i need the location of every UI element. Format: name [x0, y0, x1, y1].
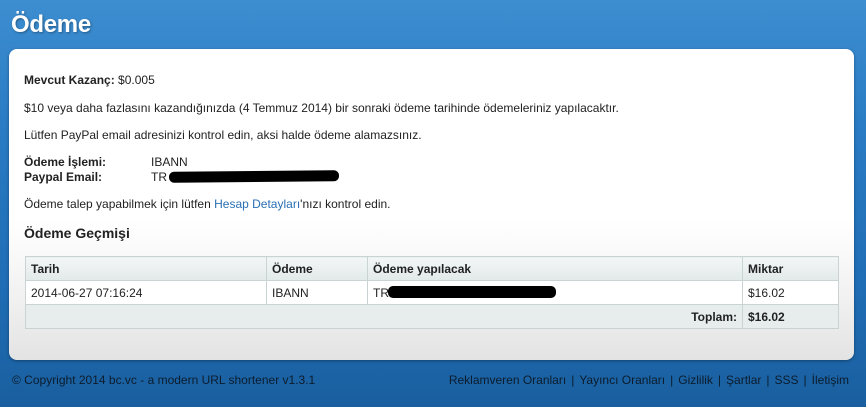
payment-method-label: Ödeme İşlemi: [24, 155, 107, 169]
account-notice-after: 'nızı kontrol edin. [300, 197, 391, 211]
payment-history-title: Ödeme Geçmişi [24, 225, 130, 241]
account-details-notice: Ödeme talep yapabilmek için lütfen Hesap… [24, 197, 391, 211]
footer-separator: | [717, 373, 722, 387]
redaction-mark [168, 170, 340, 183]
footer-separator: | [670, 373, 674, 387]
account-details-link[interactable]: Hesap Detayları [214, 197, 300, 211]
cell-date: 2014-06-27 07:16:24 [25, 280, 267, 305]
column-header-date: Tarih [25, 256, 267, 281]
payment-date-notice: $10 veya daha fazlasını kazandığınızda (… [24, 101, 619, 115]
paypal-check-notice: Lütfen PayPal email adresinizi kontrol e… [24, 128, 422, 142]
footer-link-faq[interactable]: SSS [775, 373, 799, 387]
footer-link-advertiser-rates[interactable]: Reklamveren Oranları [449, 373, 566, 387]
account-notice-before: Ödeme talep yapabilmek için lütfen [24, 197, 215, 211]
paypal-email-label: Paypal Email: [24, 170, 103, 184]
footer-links: Reklamveren Oranları | Yayıncı Oranları | Gi… [449, 373, 849, 387]
redaction-mark [388, 286, 556, 298]
footer-link-terms[interactable]: Şartlar [726, 373, 761, 387]
column-header-method: Ödeme [266, 256, 368, 281]
payment-panel: Mevcut Kazanç: $0.005 $10 veya daha fazl… [9, 49, 854, 360]
earnings-value: $0.005 [118, 73, 155, 87]
recipient-prefix: TR [373, 285, 389, 300]
total-value: $16.02 [742, 304, 839, 329]
cell-amount: $16.02 [742, 280, 839, 305]
page-title: Ödeme [11, 11, 91, 38]
current-earnings: Mevcut Kazanç: $0.005 [24, 73, 155, 87]
footer-copyright: © Copyright 2014 bc.vc - a modern URL sh… [12, 373, 316, 387]
cell-method: IBANN [266, 280, 368, 305]
footer-link-privacy[interactable]: Gizlilik [678, 373, 713, 387]
column-header-amount: Miktar [742, 256, 839, 281]
paypal-email-value: TR [151, 170, 167, 184]
table-header-row: Tarih Ödeme Ödeme yapılacak Miktar [25, 256, 839, 281]
table-total-row: Toplam: $16.02 [25, 304, 839, 329]
earnings-label: Mevcut Kazanç: [24, 73, 115, 87]
payment-method-value: IBANN [151, 155, 188, 169]
footer-link-contact[interactable]: İletişim [812, 373, 849, 387]
footer-separator: | [571, 373, 575, 387]
footer-link-publisher-rates[interactable]: Yayıncı Oranları [579, 373, 665, 387]
total-label: Toplam: [25, 304, 743, 329]
column-header-recipient: Ödeme yapılacak [367, 256, 743, 281]
payment-history-table: Tarih Ödeme Ödeme yapılacak Miktar 2014-… [25, 256, 839, 329]
cell-recipient: TR [367, 280, 743, 305]
footer-separator: | [803, 373, 807, 387]
table-row: 2014-06-27 07:16:24 IBANN TR $16.02 [25, 280, 839, 305]
footer-separator: | [766, 373, 770, 387]
